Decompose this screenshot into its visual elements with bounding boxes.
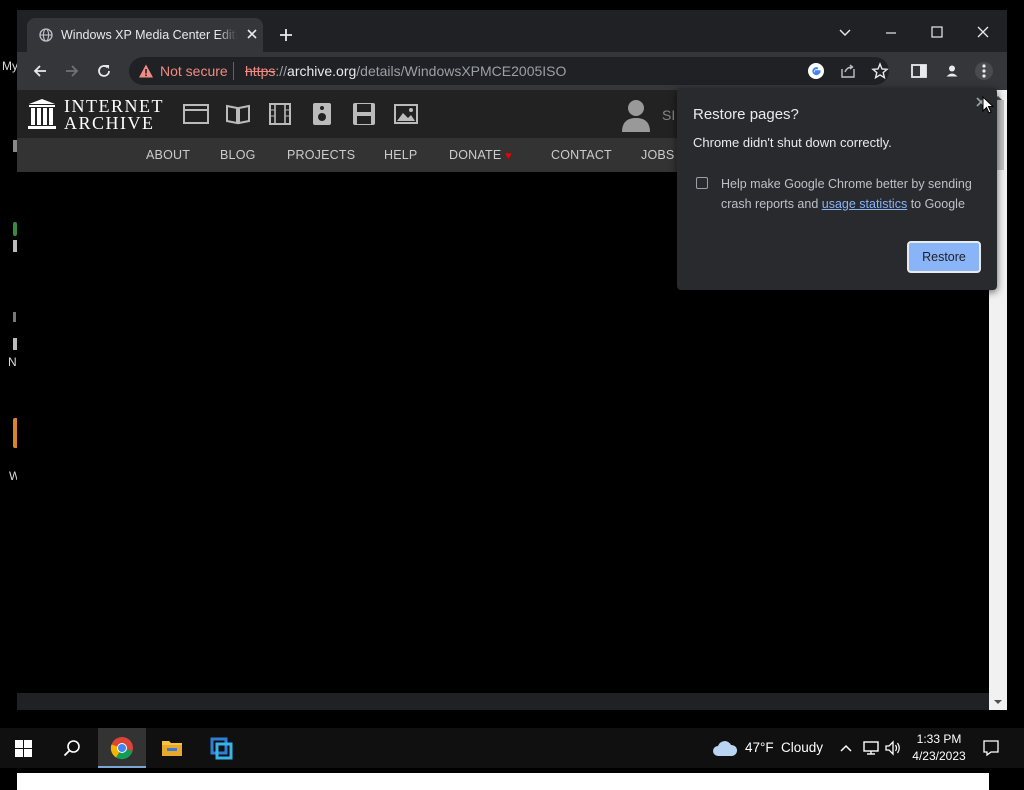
tab-title: Windows XP Media Center Edition 2005 ISO bbox=[61, 28, 237, 42]
desktop-icon-label[interactable]: My bbox=[2, 59, 18, 73]
clock-time: 1:33 PM bbox=[916, 732, 962, 746]
web-icon[interactable] bbox=[183, 102, 209, 126]
ia-logo-line2: ARCHIVE bbox=[64, 113, 155, 133]
restore-message: Chrome didn't shut down correctly. bbox=[693, 135, 892, 150]
reload-icon[interactable] bbox=[95, 62, 113, 80]
crash-report-checkbox[interactable] bbox=[696, 177, 708, 189]
browser-tab[interactable]: Windows XP Media Center Edition 2005 ISO bbox=[27, 18, 263, 52]
address-bar[interactable]: Not secure https://archive.org/details/W… bbox=[129, 57, 889, 85]
nav-donate-label: DONATE bbox=[449, 148, 502, 162]
url-separator: :// bbox=[275, 63, 288, 79]
sign-in-link[interactable]: SI bbox=[662, 107, 675, 123]
taskbar: 47°F Cloudy 1:33 PM 4/23/2023 bbox=[0, 728, 1024, 768]
scroll-down-arrow-icon[interactable] bbox=[992, 698, 1004, 706]
volume-icon[interactable] bbox=[884, 740, 902, 756]
profile-icon[interactable] bbox=[943, 62, 961, 80]
chevron-up-icon[interactable] bbox=[839, 742, 853, 754]
globe-icon bbox=[39, 28, 53, 42]
maximize-icon[interactable] bbox=[923, 18, 951, 46]
google-lens-icon[interactable] bbox=[807, 62, 825, 80]
share-icon[interactable] bbox=[839, 62, 857, 80]
forward-icon[interactable] bbox=[63, 62, 81, 80]
internet-archive-logo-icon[interactable] bbox=[27, 98, 57, 130]
nav-blog[interactable]: BLOG bbox=[220, 148, 256, 162]
video-icon[interactable] bbox=[267, 102, 293, 126]
crash-report-label: Help make Google Chrome better by sendin… bbox=[721, 174, 981, 214]
nav-projects[interactable]: PROJECTS bbox=[287, 148, 355, 162]
images-icon[interactable] bbox=[393, 102, 419, 126]
clock-date: 4/23/2023 bbox=[912, 749, 966, 763]
audio-icon[interactable] bbox=[309, 102, 335, 126]
title-bar[interactable]: Windows XP Media Center Edition 2005 ISO bbox=[17, 10, 1007, 52]
taskbar-file-explorer[interactable] bbox=[148, 728, 196, 768]
notification-icon[interactable] bbox=[982, 739, 1000, 757]
tab-search-icon[interactable] bbox=[831, 18, 859, 46]
file-explorer-icon bbox=[162, 741, 182, 756]
network-icon[interactable] bbox=[862, 740, 880, 756]
url-path: /details/WindowsXPMCE2005ISO bbox=[356, 63, 567, 79]
bookmark-star-icon[interactable] bbox=[871, 62, 889, 80]
nav-jobs[interactable]: JOBS bbox=[641, 148, 674, 162]
minimize-icon[interactable] bbox=[877, 18, 905, 46]
nav-donate[interactable]: DONATE ♥ bbox=[449, 148, 512, 162]
tab-close-icon[interactable] bbox=[245, 27, 259, 41]
chrome-icon bbox=[110, 737, 133, 760]
omnibox-divider bbox=[233, 62, 234, 80]
weather-temp[interactable]: 47°F bbox=[745, 740, 774, 755]
menu-kebab-icon[interactable] bbox=[975, 62, 993, 80]
new-tab-icon[interactable] bbox=[277, 26, 295, 44]
taskbar-virtualbox[interactable] bbox=[197, 728, 245, 768]
browser-toolbar: Not secure https://archive.org/details/W… bbox=[17, 52, 1007, 90]
ia-logo-text[interactable]: INTERNET ARCHIVE bbox=[64, 97, 164, 133]
restore-button[interactable]: Restore bbox=[907, 241, 981, 273]
restore-pages-dialog: Restore pages? Chrome didn't shut down c… bbox=[677, 88, 997, 290]
usage-statistics-link[interactable]: usage statistics bbox=[822, 197, 907, 211]
user-avatar-icon[interactable] bbox=[621, 98, 651, 132]
virtualbox-icon bbox=[210, 737, 233, 760]
nav-about[interactable]: ABOUT bbox=[146, 148, 190, 162]
nav-help[interactable]: HELP bbox=[384, 148, 417, 162]
taskbar-chrome[interactable] bbox=[98, 728, 146, 768]
nav-contact[interactable]: CONTACT bbox=[551, 148, 612, 162]
url-text[interactable]: https://archive.org/details/WindowsXPMCE… bbox=[245, 63, 566, 79]
mouse-cursor-icon bbox=[982, 96, 994, 114]
warning-icon[interactable] bbox=[138, 63, 154, 79]
crash-text-after: to Google bbox=[907, 197, 965, 211]
taskbar-clock[interactable]: 1:33 PM 4/23/2023 bbox=[902, 731, 976, 765]
cloud-weather-icon[interactable] bbox=[712, 740, 738, 757]
heart-icon: ♥ bbox=[505, 150, 512, 162]
texts-icon[interactable] bbox=[225, 102, 251, 126]
search-icon[interactable] bbox=[63, 739, 81, 757]
not-secure-label[interactable]: Not secure bbox=[160, 63, 228, 79]
horizontal-scrollbar[interactable] bbox=[17, 773, 989, 790]
url-host: archive.org bbox=[287, 63, 357, 79]
back-icon[interactable] bbox=[31, 62, 49, 80]
close-window-icon[interactable] bbox=[969, 18, 997, 46]
desktop-icon-label[interactable]: N bbox=[8, 355, 17, 369]
restore-title: Restore pages? bbox=[693, 106, 799, 123]
url-protocol: https bbox=[245, 63, 276, 79]
weather-condition[interactable]: Cloudy bbox=[781, 740, 823, 755]
side-panel-icon[interactable] bbox=[910, 62, 928, 80]
desktop-icon[interactable] bbox=[13, 312, 16, 322]
windows-start-icon[interactable] bbox=[15, 740, 32, 757]
software-icon[interactable] bbox=[351, 102, 377, 126]
